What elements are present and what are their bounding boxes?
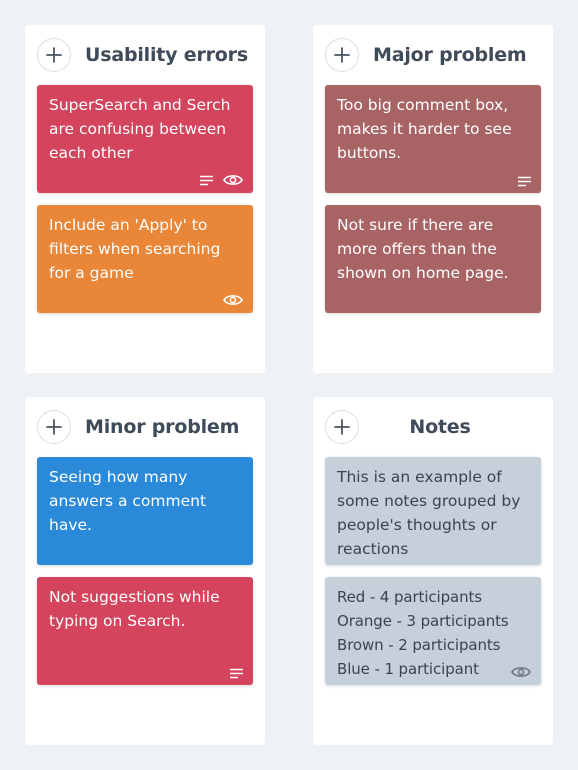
column-header: Minor problem [37,409,253,445]
note-card[interactable]: Too big comment box, makes it harder to … [325,85,541,193]
add-card-button[interactable] [37,38,71,72]
note-card[interactable]: This is an example of some notes grouped… [325,457,541,565]
column-header: Notes [325,409,541,445]
add-card-button[interactable] [37,410,71,444]
card-icons [518,176,531,187]
column-title: Minor problem [85,416,240,438]
note-card[interactable]: Red - 4 participants Orange - 3 particip… [325,577,541,685]
note-card[interactable]: SuperSearch and Serch are confusing betw… [37,85,253,193]
card-icons [511,665,531,679]
column-notes: Notes This is an example of some notes g… [313,397,553,745]
column-major-problem: Major problem Too big comment box, makes… [313,25,553,373]
plus-icon [334,419,350,435]
eye-icon[interactable] [223,293,243,307]
column-title: Notes [409,416,471,438]
card-icons [230,668,243,679]
note-card-text: Too big comment box, makes it harder to … [337,96,512,162]
note-card-text: Not sure if there are more offers than t… [337,216,509,282]
lines-icon[interactable] [200,175,213,186]
lines-icon[interactable] [518,176,531,187]
note-card[interactable]: Seeing how many answers a comment have. [37,457,253,565]
lines-icon[interactable] [230,668,243,679]
note-card[interactable]: Include an 'Apply' to filters when searc… [37,205,253,313]
plus-icon [334,47,350,63]
column-header: Major problem [325,37,541,73]
card-icons [223,293,243,307]
column-minor-problem: Minor problem Seeing how many answers a … [25,397,265,745]
eye-icon[interactable] [223,173,243,187]
note-card-text: SuperSearch and Serch are confusing betw… [49,96,231,162]
column-usability-errors: Usability errors SuperSearch and Serch a… [25,25,265,373]
note-card-text: Not suggestions while typing on Search. [49,588,220,630]
plus-icon [46,47,62,63]
note-card-text: This is an example of some notes grouped… [337,468,521,558]
note-card-text: Include an 'Apply' to filters when searc… [49,216,221,282]
column-header: Usability errors [37,37,253,73]
note-card-text: Seeing how many answers a comment have. [49,468,207,534]
add-card-button[interactable] [325,410,359,444]
eye-icon[interactable] [511,665,531,679]
column-title: Usability errors [85,44,248,66]
add-card-button[interactable] [325,38,359,72]
plus-icon [46,419,62,435]
note-card[interactable]: Not suggestions while typing on Search. [37,577,253,685]
note-card[interactable]: Not sure if there are more offers than t… [325,205,541,313]
card-icons [200,173,243,187]
note-card-text: Red - 4 participants Orange - 3 particip… [337,588,509,678]
column-title: Major problem [373,44,527,66]
